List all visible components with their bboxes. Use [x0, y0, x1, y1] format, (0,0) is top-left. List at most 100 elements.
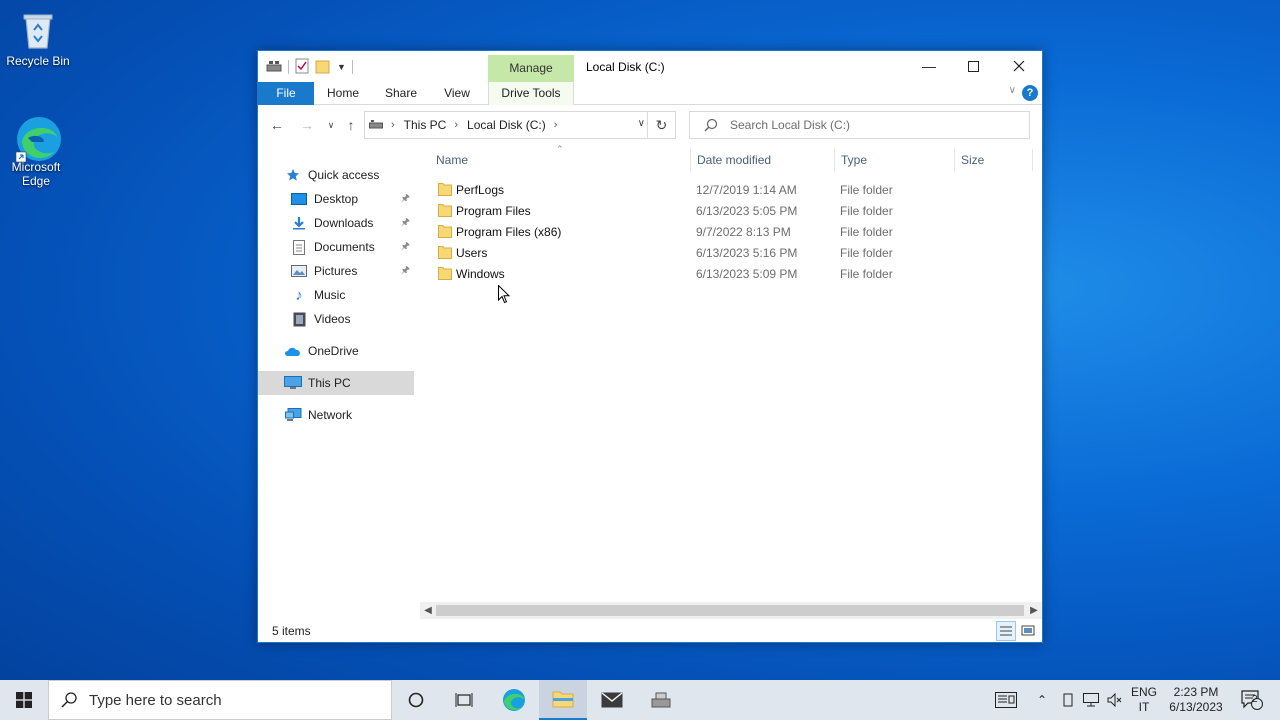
file-date: 6/13/2023 5:09 PM: [696, 267, 798, 281]
ribbon-tabs: File Home Share View Drive Tools ∨ ?: [258, 82, 1042, 105]
breadcrumb-local-disk[interactable]: Local Disk (C:): [467, 118, 546, 132]
sidebar-item-onedrive[interactable]: OneDrive: [258, 339, 414, 363]
file-row[interactable]: Program Files (x86) 9/7/2022 8:13 PM Fil…: [434, 221, 1034, 242]
start-button[interactable]: [0, 680, 48, 720]
sidebar-item-music[interactable]: ♪ Music: [258, 283, 414, 307]
crumb-chevron-icon[interactable]: ›: [454, 119, 458, 131]
taskbar-mail[interactable]: [588, 680, 636, 720]
tab-drive-tools[interactable]: Drive Tools: [488, 82, 574, 105]
tab-share[interactable]: Share: [376, 82, 426, 105]
crumb-chevron-icon: ›: [391, 119, 395, 131]
taskbar-edge[interactable]: [490, 680, 538, 720]
forward-button[interactable]: →: [296, 115, 318, 135]
task-view-button[interactable]: [440, 680, 488, 720]
file-row[interactable]: Program Files 6/13/2023 5:05 PM File fol…: [434, 200, 1034, 221]
notification-center-button[interactable]: 2: [1232, 680, 1272, 720]
pin-icon[interactable]: 🖈: [401, 263, 410, 280]
folder-icon: [438, 183, 452, 196]
recent-locations-button[interactable]: ∨: [320, 115, 342, 135]
maximize-button[interactable]: [950, 51, 996, 81]
address-bar[interactable]: › This PC › Local Disk (C:) › ∨ ↻: [364, 111, 676, 139]
file-row[interactable]: Windows 6/13/2023 5:09 PM File folder: [434, 263, 1034, 284]
action-center-tray-icon[interactable]: [990, 680, 1022, 720]
manage-tab[interactable]: Manage: [488, 55, 574, 82]
taskbar-file-explorer[interactable]: [539, 680, 587, 720]
show-hidden-icons-button[interactable]: ⌃: [1032, 680, 1052, 720]
help-button[interactable]: ?: [1022, 85, 1038, 101]
device-tray-icon[interactable]: [1058, 680, 1078, 720]
tab-file[interactable]: File: [258, 82, 314, 105]
breadcrumb-this-pc[interactable]: This PC: [404, 118, 447, 132]
back-button[interactable]: ←: [266, 115, 288, 135]
pin-icon[interactable]: 🖈: [401, 215, 410, 232]
sidebar-item-pictures[interactable]: Pictures 🖈: [258, 259, 414, 283]
desktop-icon-edge[interactable]: Microsoft Edge: [0, 114, 72, 188]
qat-separator: [288, 60, 289, 74]
scrollbar-thumb[interactable]: [436, 605, 1024, 616]
file-name: PerfLogs: [456, 183, 505, 197]
column-divider[interactable]: [834, 149, 835, 171]
pin-icon[interactable]: 🖈: [401, 239, 410, 256]
volume-tray-icon[interactable]: [1104, 680, 1126, 720]
column-divider[interactable]: [954, 149, 955, 171]
column-divider[interactable]: [1032, 149, 1033, 171]
file-type: File folder: [840, 267, 893, 281]
scroll-left-icon[interactable]: ◀: [420, 602, 436, 619]
cortana-button[interactable]: [392, 680, 440, 720]
nav-quick-access[interactable]: Quick access: [258, 163, 414, 187]
column-divider[interactable]: [690, 149, 691, 171]
file-explorer-icon: [552, 691, 574, 708]
file-date: 9/7/2022 8:13 PM: [696, 225, 791, 239]
crumb-chevron-icon[interactable]: ›: [554, 119, 558, 131]
computer-icon: [284, 375, 302, 391]
expand-ribbon-icon[interactable]: ∨: [1009, 85, 1016, 96]
details-view-button[interactable]: [996, 621, 1016, 641]
file-row[interactable]: Users 6/13/2023 5:16 PM File folder: [434, 242, 1034, 263]
folder-icon: [438, 204, 452, 217]
language-indicator[interactable]: ENG IT: [1128, 680, 1160, 720]
clock[interactable]: 2:23 PM 6/13/2023: [1164, 680, 1228, 720]
network-tray-icon[interactable]: [1080, 680, 1102, 720]
sidebar-item-videos[interactable]: Videos: [258, 307, 414, 331]
column-type[interactable]: Type: [841, 148, 867, 172]
file-type: File folder: [840, 246, 893, 260]
tab-view[interactable]: View: [434, 82, 480, 105]
desktop-icon-recycle-bin[interactable]: Recycle Bin: [2, 8, 74, 68]
customize-qat-icon[interactable]: ▼: [337, 62, 346, 72]
minimize-button[interactable]: —: [906, 51, 952, 81]
nav-label: Downloads: [314, 216, 374, 230]
scroll-right-icon[interactable]: ▶: [1026, 602, 1042, 619]
refresh-button[interactable]: ↻: [647, 112, 675, 138]
sidebar-item-downloads[interactable]: Downloads 🖈: [258, 211, 414, 235]
sidebar-item-network[interactable]: Network: [258, 403, 414, 427]
notification-count: 2: [1252, 694, 1258, 705]
properties-icon[interactable]: [295, 58, 309, 77]
search-box[interactable]: [689, 111, 1030, 139]
new-folder-icon[interactable]: [315, 58, 331, 77]
chevron-up-icon: ⌃: [1036, 693, 1048, 707]
sidebar-item-desktop[interactable]: Desktop 🖈: [258, 187, 414, 211]
search-input[interactable]: [730, 118, 1010, 132]
cortana-circle-icon: [408, 692, 424, 708]
file-type: File folder: [840, 204, 893, 218]
drive-icon[interactable]: [266, 59, 282, 76]
tab-home[interactable]: Home: [318, 82, 368, 105]
desktop-icon: [290, 191, 308, 207]
horizontal-scrollbar[interactable]: ◀ ▶: [420, 602, 1042, 619]
pin-icon[interactable]: 🖈: [401, 191, 410, 208]
sidebar-item-documents[interactable]: Documents 🖈: [258, 235, 414, 259]
column-size[interactable]: Size: [961, 148, 984, 172]
column-date-modified[interactable]: Date modified: [697, 148, 771, 172]
column-name[interactable]: Name: [436, 148, 468, 172]
folder-icon: [438, 225, 452, 238]
taskbar-search-box[interactable]: Type here to search: [48, 680, 392, 720]
up-button[interactable]: ↑: [340, 115, 362, 135]
clock-date: 6/13/2023: [1169, 700, 1223, 714]
sidebar-item-this-pc[interactable]: This PC: [258, 371, 414, 395]
large-icons-view-button[interactable]: [1018, 621, 1038, 641]
close-button[interactable]: [996, 51, 1042, 81]
address-dropdown-icon[interactable]: ∨: [638, 118, 645, 129]
edge-icon: [503, 689, 525, 711]
taskbar-app[interactable]: [637, 680, 685, 720]
file-row[interactable]: PerfLogs 12/7/2019 1:14 AM File folder: [434, 179, 1034, 200]
